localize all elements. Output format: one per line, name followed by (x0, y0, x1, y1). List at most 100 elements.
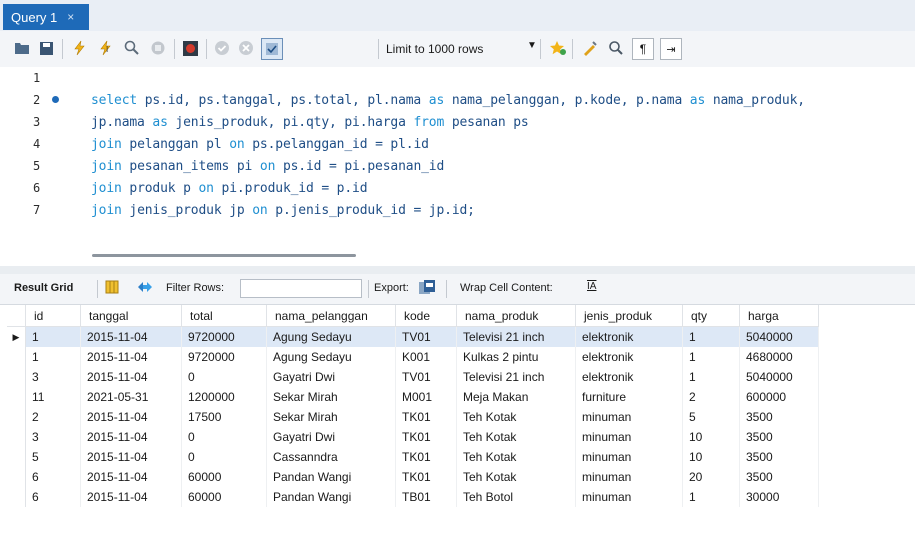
table-cell[interactable]: Teh Kotak (456, 467, 576, 487)
table-row[interactable]: 2 2015-11-04 17500 Sekar Mirah TK01 Teh Kotak… (7, 407, 819, 427)
wrap-cell-content-icon[interactable]: IA (587, 281, 596, 292)
table-cell[interactable]: 3500 (739, 427, 819, 447)
wrap-icon[interactable]: ⇥ (660, 38, 682, 60)
column-header-jenis-produk[interactable]: jenis_produk (575, 305, 683, 327)
table-cell[interactable]: elektronik (575, 367, 683, 387)
limit-rows-dropdown[interactable]: Limit to 1000 rows ▼ (386, 39, 537, 59)
table-cell[interactable]: K001 (395, 347, 457, 367)
rollback-icon[interactable] (236, 38, 256, 58)
table-cell[interactable]: Agung Sedayu (266, 326, 396, 347)
beautify-icon[interactable] (580, 38, 600, 58)
table-cell[interactable]: minuman (575, 427, 683, 447)
column-header-nama-pelanggan[interactable]: nama_pelanggan (266, 305, 396, 327)
table-row[interactable]: 6 2015-11-04 60000 Pandan Wangi TK01 Teh Kota… (7, 467, 819, 487)
table-cell[interactable]: 1 (25, 347, 81, 367)
table-cell[interactable]: minuman (575, 447, 683, 467)
table-cell[interactable]: Teh Kotak (456, 407, 576, 427)
table-cell[interactable]: TK01 (395, 467, 457, 487)
table-cell[interactable]: furniture (575, 387, 683, 407)
table-cell[interactable]: 1 (25, 326, 81, 347)
table-cell[interactable]: 10 (682, 427, 740, 447)
execute-current-icon[interactable]: I (96, 38, 116, 58)
stop-icon[interactable] (148, 38, 168, 58)
table-cell[interactable]: 2015-11-04 (80, 467, 182, 487)
table-cell[interactable]: 10 (682, 447, 740, 467)
table-cell[interactable]: Televisi 21 inch (456, 326, 576, 347)
table-cell[interactable]: elektronik (575, 326, 683, 347)
table-cell[interactable]: Sekar Mirah (266, 387, 396, 407)
folder-open-icon[interactable] (12, 38, 32, 58)
table-cell[interactable]: 1 (682, 367, 740, 387)
table-cell[interactable]: 2 (682, 387, 740, 407)
editor-line[interactable]: 7 join jenis_produk jp on p.jenis_produk_… (0, 199, 915, 221)
table-cell[interactable]: 2021-05-31 (80, 387, 182, 407)
table-cell[interactable]: Cassanndra (266, 447, 396, 467)
editor-line[interactable]: 1 (0, 67, 915, 89)
editor-line[interactable]: 2 select ps.id, ps.tanggal, ps.total, pl.… (0, 89, 915, 111)
table-cell[interactable]: 60000 (181, 487, 267, 507)
table-cell[interactable]: Teh Kotak (456, 427, 576, 447)
table-cell[interactable]: elektronik (575, 347, 683, 367)
grid-view-icon[interactable] (105, 280, 119, 297)
table-cell[interactable]: 2015-11-04 (80, 407, 182, 427)
table-cell[interactable]: 2015-11-04 (80, 447, 182, 467)
table-cell[interactable]: 4680000 (739, 347, 819, 367)
tab-query-1[interactable]: Query 1 × (3, 4, 89, 30)
table-cell[interactable]: Teh Kotak (456, 447, 576, 467)
table-cell[interactable]: Gayatri Dwi (266, 427, 396, 447)
editor-line[interactable]: 4 join pelanggan pl on ps.pelanggan_id = … (0, 133, 915, 155)
table-cell[interactable]: Agung Sedayu (266, 347, 396, 367)
table-cell[interactable]: 2015-11-04 (80, 367, 182, 387)
table-cell[interactable]: TV01 (395, 367, 457, 387)
invisible-chars-icon[interactable]: ¶ (632, 38, 654, 60)
table-cell[interactable]: 2015-11-04 (80, 427, 182, 447)
table-cell[interactable]: 60000 (181, 467, 267, 487)
table-cell[interactable]: 9720000 (181, 347, 267, 367)
table-cell[interactable]: 3500 (739, 467, 819, 487)
table-cell[interactable]: 30000 (739, 487, 819, 507)
table-cell[interactable]: 1200000 (181, 387, 267, 407)
table-cell[interactable]: TK01 (395, 427, 457, 447)
filter-rows-input[interactable] (240, 279, 362, 298)
refresh-icon[interactable] (136, 280, 154, 297)
table-cell[interactable]: 1 (682, 347, 740, 367)
editor-line[interactable]: 5 join pesanan_items pi on ps.id = pi.pes… (0, 155, 915, 177)
table-cell[interactable]: minuman (575, 467, 683, 487)
table-cell[interactable]: Pandan Wangi (266, 487, 396, 507)
table-row[interactable]: 11 2021-05-31 1200000 Sekar Mirah M001 Meja M… (7, 387, 819, 407)
column-header-qty[interactable]: qty (682, 305, 740, 327)
panel-splitter[interactable] (0, 266, 915, 274)
table-cell[interactable]: Teh Botol (456, 487, 576, 507)
editor-line[interactable]: 3 jp.nama as jenis_produk, pi.qty, pi.har… (0, 111, 915, 133)
close-tab-icon[interactable]: × (67, 10, 74, 24)
save-icon[interactable] (36, 38, 56, 58)
table-cell[interactable]: TK01 (395, 407, 457, 427)
table-cell[interactable]: Sekar Mirah (266, 407, 396, 427)
commit-icon[interactable] (212, 38, 232, 58)
table-cell[interactable]: TK01 (395, 447, 457, 467)
table-cell[interactable]: minuman (575, 407, 683, 427)
table-cell[interactable]: 600000 (739, 387, 819, 407)
table-cell[interactable]: 9720000 (181, 326, 267, 347)
table-cell[interactable]: 3500 (739, 447, 819, 467)
bookmark-star-icon[interactable] (548, 38, 568, 58)
table-cell[interactable]: 3500 (739, 407, 819, 427)
table-cell[interactable]: Meja Makan (456, 387, 576, 407)
table-cell[interactable]: 0 (181, 447, 267, 467)
table-cell[interactable]: 1 (682, 487, 740, 507)
table-cell[interactable]: 20 (682, 467, 740, 487)
table-row[interactable]: ▶ 1 2015-11-04 9720000 Agung Sedayu TV01 Telev… (7, 326, 819, 347)
table-row[interactable]: 3 2015-11-04 0 Gayatri Dwi TV01 Televisi 21 i… (7, 367, 819, 387)
column-header-tanggal[interactable]: tanggal (80, 305, 182, 327)
explain-icon[interactable] (122, 38, 142, 58)
table-cell[interactable]: 0 (181, 427, 267, 447)
editor-line[interactable]: 6 join produk p on pi.produk_id = p.id (0, 177, 915, 199)
find-icon[interactable] (606, 38, 626, 58)
table-cell[interactable]: 6 (25, 467, 81, 487)
table-cell[interactable]: 0 (181, 367, 267, 387)
table-cell[interactable]: 5040000 (739, 326, 819, 347)
table-row[interactable]: 6 2015-11-04 60000 Pandan Wangi TB01 Teh Boto… (7, 487, 819, 507)
table-cell[interactable]: 2 (25, 407, 81, 427)
export-icon[interactable] (418, 279, 436, 299)
table-cell[interactable]: 5040000 (739, 367, 819, 387)
